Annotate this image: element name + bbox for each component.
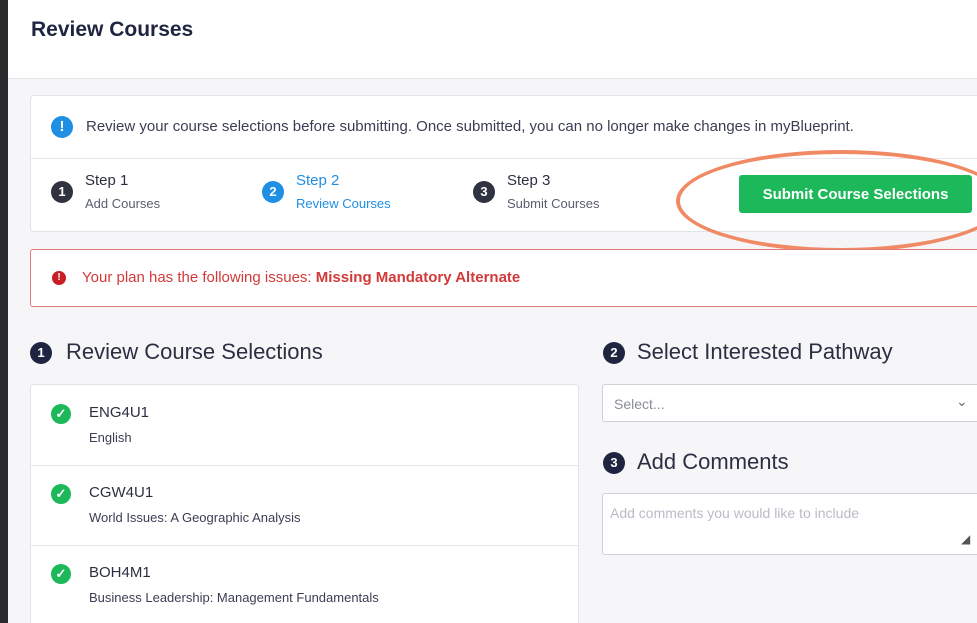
step-subtitle: Add Courses	[85, 196, 161, 211]
step-title: Step 2	[296, 172, 340, 189]
course-name: Business Leadership: Management Fundamen…	[89, 590, 379, 605]
top-bar: Review Courses	[8, 0, 977, 79]
resize-handle-icon[interactable]: ◢	[961, 532, 970, 546]
alert-text: Your plan has the following issues: Miss…	[82, 269, 520, 286]
section-title-review: Review Course Selections	[66, 339, 323, 364]
comments-textarea[interactable]: Add comments you would like to include ◢	[602, 493, 977, 555]
section-title-pathway: Select Interested Pathway	[637, 339, 893, 364]
pathway-select-value: Select...	[614, 396, 665, 412]
course-list: ✓ ENG4U1 English ✓ CGW4U1 World Issues: …	[30, 384, 579, 623]
course-name: English	[89, 430, 132, 445]
issues-alert: ! Your plan has the following issues: Mi…	[30, 249, 977, 307]
course-item[interactable]: ✓ BOH4M1 Business Leadership: Management…	[31, 545, 578, 623]
course-code: ENG4U1	[89, 404, 150, 421]
pathway-select[interactable]: Select... ⌄	[602, 384, 977, 422]
step-number: 1	[51, 181, 73, 203]
section-number-pathway: 2	[603, 342, 625, 364]
info-banner: ! Review your course selections before s…	[31, 96, 977, 159]
info-icon: !	[51, 116, 73, 138]
page-title: Review Courses	[31, 18, 194, 41]
submit-course-selections-button[interactable]: Submit Course Selections	[739, 175, 972, 213]
course-item[interactable]: ✓ CGW4U1 World Issues: A Geographic Anal…	[31, 465, 578, 546]
check-icon: ✓	[51, 404, 71, 424]
step-number: 3	[473, 181, 495, 203]
alert-icon: !	[52, 271, 66, 285]
chevron-down-icon: ⌄	[956, 393, 968, 409]
section-title-comments: Add Comments	[637, 449, 789, 474]
step-title: Step 3	[507, 172, 551, 189]
course-item[interactable]: ✓ ENG4U1 English	[31, 385, 578, 466]
check-icon: ✓	[51, 484, 71, 504]
section-number-review: 1	[30, 342, 52, 364]
course-name: World Issues: A Geographic Analysis	[89, 510, 301, 525]
comments-placeholder: Add comments you would like to include	[610, 505, 860, 521]
info-text: Review your course selections before sub…	[86, 118, 854, 135]
step-title: Step 1	[85, 172, 129, 189]
step-number: 2	[262, 181, 284, 203]
steps-card: ! Review your course selections before s…	[30, 95, 977, 232]
course-code: BOH4M1	[89, 564, 151, 581]
app-window: Review Courses ! Review your course sele…	[8, 0, 977, 623]
step-subtitle: Review Courses	[296, 196, 391, 211]
step-subtitle: Submit Courses	[507, 196, 600, 211]
section-number-comments: 3	[603, 452, 625, 474]
course-code: CGW4U1	[89, 484, 154, 501]
alert-prefix: Your plan has the following issues:	[82, 269, 316, 286]
alert-issue: Missing Mandatory Alternate	[315, 269, 521, 286]
check-icon: ✓	[51, 564, 71, 584]
